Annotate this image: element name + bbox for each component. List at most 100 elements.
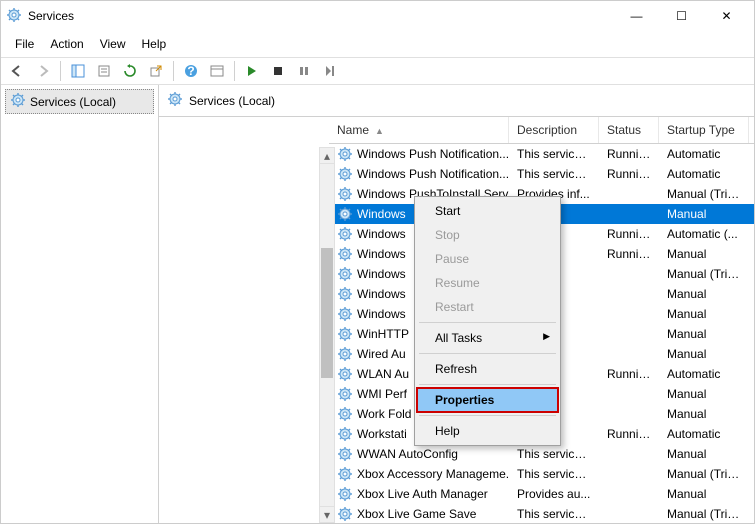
minimize-button[interactable]: — [614,1,659,31]
cell-name: WLAN Au [357,367,409,381]
col-description[interactable]: Description [509,117,599,143]
col-name[interactable]: Name▲ [329,117,509,143]
cell-startup: Manual (Trig... [659,267,749,281]
close-button[interactable]: ✕ [704,1,749,31]
cell-startup: Manual [659,387,749,401]
gear-icon [337,426,353,442]
cell-name: Windows [357,287,406,301]
gear-icon [337,306,353,322]
cell-startup: Automatic [659,167,749,181]
start-service-button[interactable] [240,60,264,82]
cell-name: Windows Push Notification... [357,167,509,181]
cell-startup: Manual [659,447,749,461]
cell-status: Running [599,247,659,261]
ctx-restart: Restart [417,295,558,319]
content-header: Services (Local) [159,85,754,117]
scroll-thumb[interactable] [321,248,333,378]
gear-icon [337,386,353,402]
maximize-button[interactable]: ☐ [659,1,704,31]
context-menu: Start Stop Pause Resume Restart All Task… [414,196,561,446]
tree-item-label: Services (Local) [30,95,116,109]
ctx-help[interactable]: Help [417,419,558,443]
col-status[interactable]: Status [599,117,659,143]
service-row[interactable]: WWAN AutoConfigThis service ...Manual [329,444,754,464]
cell-status: Running [599,147,659,161]
gear-icon [337,146,353,162]
ctx-divider [419,384,556,385]
gear-icon [337,286,353,302]
scroll-up-button[interactable]: ▴ [320,148,334,164]
gear-icon [337,366,353,382]
sort-asc-icon: ▲ [375,126,384,136]
cell-description: This service ... [509,167,599,181]
ctx-all-tasks[interactable]: All Tasks [417,326,558,350]
cell-name: Windows [357,267,406,281]
cell-startup: Manual (Trig... [659,467,749,481]
service-row[interactable]: Windows Push Notification...This service… [329,144,754,164]
cell-name: WWAN AutoConfig [357,447,458,461]
cell-name: WinHTTP [357,327,409,341]
cell-status: Running [599,427,659,441]
cell-startup: Automatic (... [659,227,749,241]
menu-view[interactable]: View [92,33,134,55]
cell-startup: Manual (Trig... [659,187,749,201]
menu-help[interactable]: Help [134,33,175,55]
scrollbar[interactable]: ▴ ▾ [319,147,335,523]
service-row[interactable]: Xbox Live Auth ManagerProvides au...Manu… [329,484,754,504]
scroll-down-button[interactable]: ▾ [320,506,334,522]
cell-startup: Manual [659,407,749,421]
show-hide-tree-button[interactable] [66,60,90,82]
window-title: Services [28,9,614,23]
content-title: Services (Local) [189,94,275,108]
cell-name: Windows Push Notification... [357,147,509,161]
cell-description: This service ... [509,507,599,521]
service-row[interactable]: Xbox Accessory Manageme...This service .… [329,464,754,484]
ctx-divider [419,415,556,416]
cell-name: Windows [357,207,406,221]
col-startup-type[interactable]: Startup Type [659,117,749,143]
gear-icon [337,166,353,182]
cell-name: Workstati [357,427,407,441]
properties-button[interactable] [92,60,116,82]
cell-startup: Manual (Trig... [659,507,749,521]
tree-pane: Services (Local) [1,85,159,523]
ctx-pause: Pause [417,247,558,271]
gear-icon [337,326,353,342]
cell-startup: Manual [659,347,749,361]
gear-icon [167,91,183,110]
console-button[interactable] [205,60,229,82]
app-icon [6,7,22,26]
cell-startup: Manual [659,327,749,341]
column-headers: Name▲ Description Status Startup Type [329,117,754,144]
menu-file[interactable]: File [7,33,42,55]
cell-name: WMI Perf [357,387,407,401]
ctx-start[interactable]: Start [417,199,558,223]
gear-icon [337,266,353,282]
cell-startup: Automatic [659,427,749,441]
menu-action[interactable]: Action [42,33,91,55]
cell-startup: Automatic [659,147,749,161]
nav-forward-button[interactable] [31,60,55,82]
service-row[interactable]: Xbox Live Game SaveThis service ...Manua… [329,504,754,523]
pause-service-button[interactable] [292,60,316,82]
toolbar: ? [1,57,754,85]
ctx-properties[interactable]: Properties [417,388,558,412]
stop-service-button[interactable] [266,60,290,82]
restart-service-button[interactable] [318,60,342,82]
gear-icon [337,226,353,242]
ctx-refresh[interactable]: Refresh [417,357,558,381]
ctx-divider [419,322,556,323]
service-row[interactable]: Windows Push Notification...This service… [329,164,754,184]
gear-icon [337,446,353,462]
export-button[interactable] [144,60,168,82]
gear-icon [337,186,353,202]
cell-startup: Manual [659,207,749,221]
help-button[interactable]: ? [179,60,203,82]
cell-startup: Manual [659,487,749,501]
refresh-button[interactable] [118,60,142,82]
nav-back-button[interactable] [5,60,29,82]
tree-item-services-local[interactable]: Services (Local) [5,89,154,114]
cell-name: Windows [357,227,406,241]
ctx-resume: Resume [417,271,558,295]
gear-icon [337,246,353,262]
